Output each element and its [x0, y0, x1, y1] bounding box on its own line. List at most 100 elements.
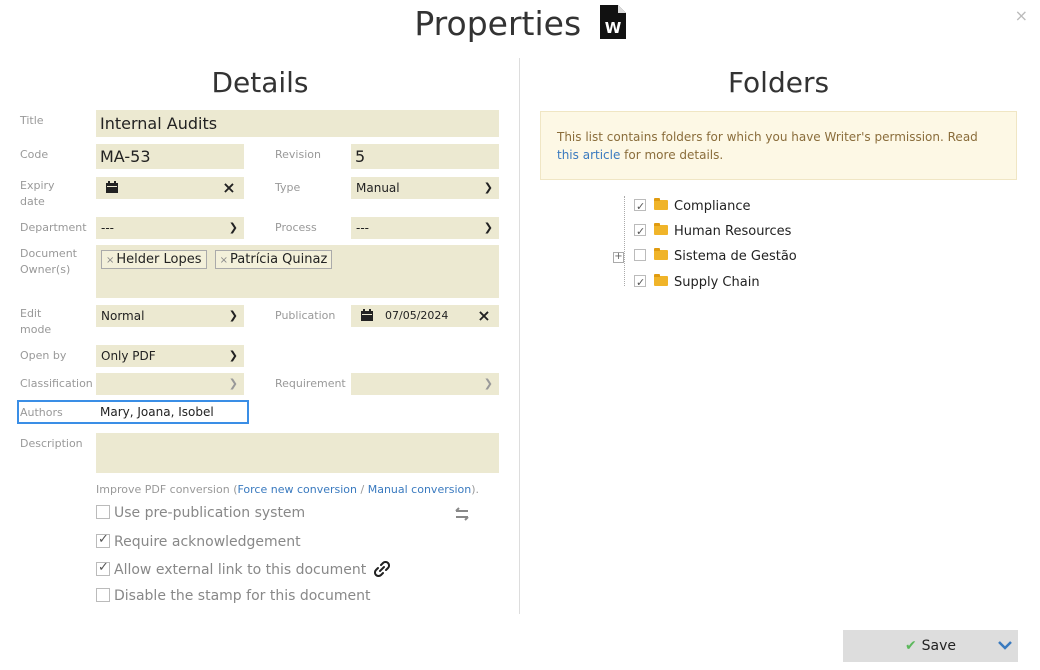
- expiry-date-input[interactable]: [130, 177, 212, 199]
- type-select[interactable]: Manual ❯: [351, 177, 499, 199]
- folder-checkbox[interactable]: [634, 249, 646, 261]
- process-select-value: ---: [356, 221, 369, 235]
- chevron-down-icon: ❯: [483, 181, 493, 194]
- chevron-down-icon: ❯: [483, 377, 493, 390]
- option-require-acknowledgement[interactable]: Require acknowledgement: [96, 532, 301, 550]
- word-document-icon: W: [599, 5, 626, 39]
- pre-publication-checkbox[interactable]: [96, 505, 110, 519]
- remove-owner-icon[interactable]: ×: [220, 255, 228, 266]
- dialog-title: Properties W: [0, 4, 1040, 43]
- folder-icon: [654, 223, 668, 235]
- folder-item-compliance[interactable]: Compliance: [634, 197, 751, 217]
- folder-label: Supply Chain: [674, 275, 760, 290]
- open-by-label: Open by: [20, 349, 67, 362]
- calendar-icon[interactable]: [105, 180, 119, 198]
- folder-checkbox[interactable]: [634, 273, 646, 293]
- authors-label: Authors: [20, 406, 63, 419]
- expiry-label-line1: Expiry: [20, 179, 55, 192]
- folder-item-supply-chain[interactable]: Supply Chain: [634, 273, 760, 293]
- folder-checkbox[interactable]: [634, 197, 646, 217]
- improve-pdf-suffix: ).: [471, 483, 480, 496]
- this-article-link[interactable]: this article: [557, 148, 620, 162]
- edit-mode-select-value: Normal: [101, 309, 145, 323]
- option-label: Use pre-publication system: [114, 505, 306, 521]
- chevron-down-icon: ❯: [228, 309, 238, 322]
- option-label: Allow external link to this document: [114, 562, 367, 578]
- checkmark-icon: ✔: [904, 638, 917, 654]
- folder-label: Human Resources: [674, 224, 792, 239]
- folder-icon: [654, 248, 668, 260]
- calendar-icon[interactable]: [360, 308, 374, 326]
- permission-notice: This list contains folders for which you…: [540, 111, 1017, 180]
- clear-publication-icon[interactable]: ×: [469, 305, 499, 327]
- folder-label: Sistema de Gestão: [674, 249, 797, 264]
- svg-text:W: W: [604, 19, 621, 37]
- expand-plus-icon[interactable]: +: [613, 252, 624, 263]
- expiry-date-field[interactable]: ×: [96, 177, 244, 199]
- type-label: Type: [275, 181, 301, 194]
- force-conversion-link[interactable]: Force new conversion: [237, 483, 357, 496]
- chevron-down-icon: ❯: [228, 377, 238, 390]
- publication-date-field[interactable]: 07/05/2024 ×: [351, 305, 499, 327]
- open-by-select[interactable]: Only PDF ❯: [96, 345, 244, 367]
- remove-owner-icon[interactable]: ×: [106, 255, 114, 266]
- process-label: Process: [275, 221, 317, 234]
- open-by-select-value: Only PDF: [101, 349, 156, 363]
- owner-tag: × Patrícia Quinaz: [214, 250, 333, 269]
- title-label: Title: [20, 114, 44, 127]
- owners-multiselect[interactable]: × Helder Lopes × Patrícia Quinaz: [96, 245, 499, 298]
- option-disable-stamp[interactable]: Disable the stamp for this document: [96, 588, 370, 604]
- clear-expiry-icon[interactable]: ×: [214, 177, 244, 199]
- authors-input[interactable]: Mary, Joana, Isobel: [100, 405, 214, 419]
- description-input[interactable]: [96, 433, 499, 473]
- require-acknowledgement-checkbox[interactable]: [96, 532, 110, 548]
- requirement-select[interactable]: ❯: [351, 373, 499, 395]
- department-select[interactable]: --- ❯: [96, 217, 244, 239]
- manual-conversion-link[interactable]: Manual conversion: [368, 483, 472, 496]
- owner-tag-label: Helder Lopes: [116, 252, 202, 267]
- expiry-label: Expiry date: [20, 178, 55, 210]
- folders-heading: Folders: [727, 66, 830, 99]
- folder-icon: [654, 274, 668, 286]
- owners-label: Document Owner(s): [20, 246, 77, 278]
- owner-tag: × Helder Lopes: [101, 250, 207, 269]
- option-external-link[interactable]: Allow external link to this document: [96, 560, 390, 581]
- code-label: Code: [20, 148, 49, 161]
- notice-text: This list contains folders for which you…: [557, 130, 978, 144]
- edit-mode-label-line2: mode: [20, 323, 52, 336]
- chevron-down-icon: ❯: [228, 349, 238, 362]
- chevron-down-icon[interactable]: [998, 630, 1012, 662]
- folder-label: Compliance: [674, 199, 751, 214]
- department-select-value: ---: [101, 221, 114, 235]
- option-label: Require acknowledgement: [114, 534, 301, 550]
- option-label: Disable the stamp for this document: [114, 588, 371, 604]
- revision-label: Revision: [275, 148, 321, 161]
- folder-icon: [654, 198, 668, 210]
- requirement-label: Requirement: [275, 377, 346, 390]
- tree-line: [624, 196, 625, 286]
- code-input[interactable]: MA-53: [96, 144, 244, 169]
- column-divider: [519, 58, 520, 614]
- chevron-down-icon: ❯: [483, 221, 493, 234]
- classification-label: Classification: [20, 377, 93, 390]
- folder-item-sistema-de-gestao[interactable]: Sistema de Gestão: [634, 247, 797, 267]
- publication-date-input[interactable]: 07/05/2024: [385, 305, 467, 327]
- title-input[interactable]: Internal Audits: [96, 110, 499, 137]
- process-select[interactable]: --- ❯: [351, 217, 499, 239]
- folder-checkbox[interactable]: [634, 222, 646, 242]
- disable-stamp-checkbox[interactable]: [96, 588, 110, 602]
- close-button[interactable]: ×: [1015, 6, 1028, 25]
- save-button[interactable]: ✔ Save: [843, 630, 1018, 662]
- owner-tag-label: Patrícia Quinaz: [230, 252, 328, 267]
- folder-item-human-resources[interactable]: Human Resources: [634, 222, 791, 242]
- option-pre-publication[interactable]: Use pre-publication system: [96, 505, 305, 521]
- expiry-label-line2: date: [20, 195, 45, 208]
- chevron-down-icon: ❯: [228, 221, 238, 234]
- external-link-checkbox[interactable]: [96, 560, 110, 576]
- swap-arrows-icon[interactable]: [453, 506, 471, 525]
- publication-label: Publication: [275, 309, 336, 322]
- edit-mode-select[interactable]: Normal ❯: [96, 305, 244, 327]
- improve-pdf-prefix: Improve PDF conversion (: [96, 483, 238, 496]
- revision-input[interactable]: 5: [351, 144, 499, 169]
- classification-select[interactable]: ❯: [96, 373, 244, 395]
